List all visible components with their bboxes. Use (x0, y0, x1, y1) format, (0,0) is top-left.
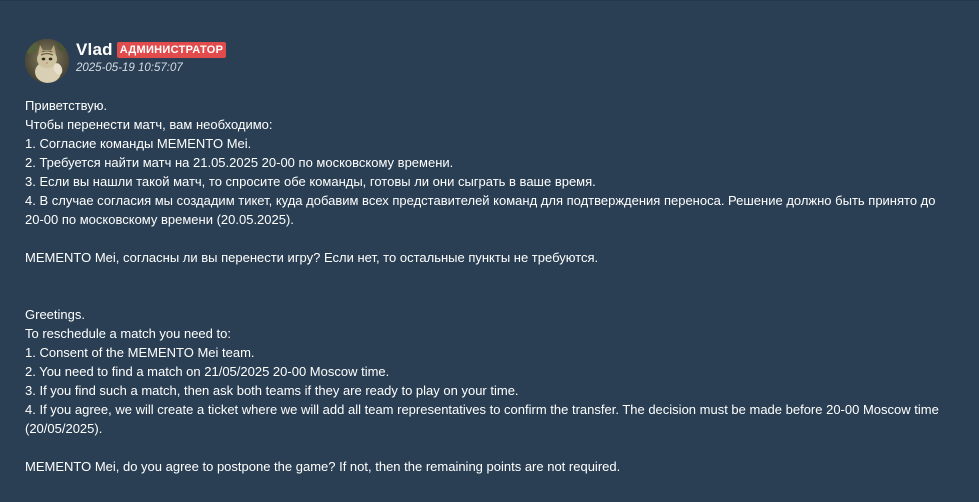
author-meta: Vlad АДМИНИСТРАТОР 2025-05-19 10:57:07 (76, 39, 227, 75)
message-post: Vlad АДМИНИСТРАТОР 2025-05-19 10:57:07 П… (0, 0, 979, 502)
en-greeting: Greetings. (25, 307, 85, 322)
message-body: Приветствую. Чтобы перенести матч, вам н… (25, 96, 955, 476)
ru-item-3: 3. Если вы нашли такой матч, то спросите… (25, 174, 596, 189)
en-item-2: 2. You need to find a match on 21/05/202… (25, 364, 390, 379)
ru-question: MEMENTO Mei, согласны ли вы перенести иг… (25, 250, 599, 265)
post-timestamp[interactable]: 2025-05-19 10:57:07 (76, 61, 226, 75)
avatar[interactable] (25, 39, 69, 83)
en-item-3: 3. If you find such a match, then ask bo… (25, 383, 519, 398)
ru-greeting: Приветствую. (25, 98, 108, 113)
author-name[interactable]: Vlad (76, 40, 113, 60)
en-question: MEMENTO Mei, do you agree to postpone th… (25, 459, 621, 474)
ru-item-4: 4. В случае согласия мы создадим тикет, … (25, 193, 936, 227)
en-item-4: 4. If you agree, we will create a ticket… (25, 402, 939, 436)
role-badge: АДМИНИСТРАТОР (116, 42, 227, 58)
ru-item-2: 2. Требуется найти матч на 21.05.2025 20… (25, 155, 454, 170)
ru-intro: Чтобы перенести матч, вам необходимо: (25, 117, 273, 132)
message-header: Vlad АДМИНИСТРАТОР 2025-05-19 10:57:07 (25, 39, 227, 83)
ru-item-1: 1. Согласие команды MEMENTO Mei. (25, 136, 252, 151)
author-name-row: Vlad АДМИНИСТРАТОР (76, 40, 227, 60)
cat-photo-avatar-icon (25, 39, 69, 83)
en-item-1: 1. Consent of the MEMENTO Mei team. (25, 345, 255, 360)
en-intro: To reschedule a match you need to: (25, 326, 231, 341)
